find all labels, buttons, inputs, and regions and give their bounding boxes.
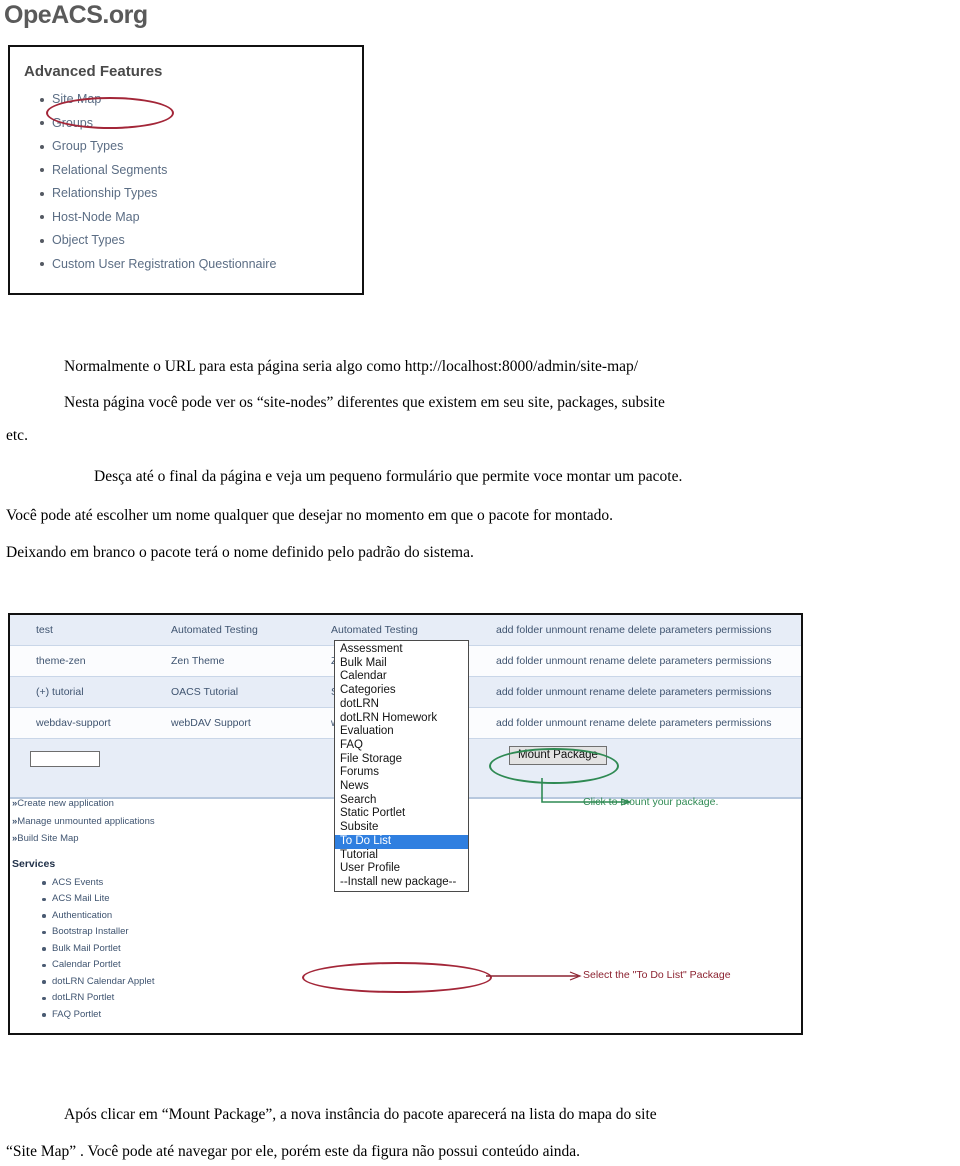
service-label: dotLRN Portlet: [52, 992, 115, 1003]
service-label: FAQ Portlet: [52, 1008, 102, 1020]
sidebar-item-label: Groups: [52, 115, 93, 130]
sidebar-item-label: Relationship Types: [52, 186, 158, 200]
list-item-site-map[interactable]: Site Map: [40, 88, 362, 112]
dropdown-option[interactable]: Search: [335, 794, 468, 808]
nav-link-label: Manage unmounted applications: [17, 815, 155, 827]
list-item[interactable]: Bootstrap Installer: [42, 924, 310, 941]
list-item[interactable]: dotLRN Calendar Applet: [42, 974, 310, 991]
row-key[interactable]: (+) tutorial: [10, 676, 171, 708]
mount-package-callout-text: Click to mount your package.: [583, 796, 719, 808]
list-item-groups[interactable]: Groups: [40, 112, 362, 136]
row-key[interactable]: test: [10, 615, 171, 646]
dropdown-option[interactable]: Tutorial: [335, 849, 468, 863]
package-type-dropdown-list[interactable]: Assessment Bulk Mail Calendar Categories…: [334, 640, 469, 892]
dropdown-option[interactable]: Calendar: [335, 670, 468, 684]
dropdown-option[interactable]: FAQ: [335, 739, 468, 753]
list-item[interactable]: ACS Events: [42, 875, 310, 892]
paragraph-1-line-3: etc.: [6, 427, 28, 444]
dropdown-option[interactable]: Subsite: [335, 821, 468, 835]
sidebar-item-label: Custom User Registration Questionnaire: [52, 256, 277, 271]
service-label: Calendar Portlet: [52, 959, 121, 970]
paragraph-3-line-1: Após clicar em “Mount Package”, a nova i…: [64, 1106, 657, 1123]
dropdown-option[interactable]: dotLRN: [335, 698, 468, 712]
service-label: Bootstrap Installer: [52, 926, 129, 937]
dropdown-option[interactable]: News: [335, 780, 468, 794]
row-key[interactable]: webdav-support: [10, 707, 171, 739]
sidebar-item-label: Site Map: [52, 92, 102, 106]
services-heading: Services: [12, 857, 56, 870]
row-name: webDAV Support: [171, 707, 331, 739]
screenshot-1-shadow: [364, 57, 432, 307]
paragraph-2-line-3: Deixando em branco o pacote terá o nome …: [6, 544, 474, 561]
sidebar-item-label: Relational Segments: [52, 162, 168, 177]
site-map-left-nav: »Create new application »Manage unmounte…: [10, 795, 310, 1023]
list-item-custom-user-registration-questionnaire[interactable]: Custom User Registration Questionnaire: [40, 253, 362, 277]
to-do-list-callout-text: Select the "To Do List" Package: [583, 969, 731, 981]
list-item-relationship-types[interactable]: Relationship Types: [40, 182, 362, 206]
services-list: ACS Events ACS Mail Lite Authentication …: [10, 875, 310, 1024]
service-label: dotLRN Calendar Applet: [52, 975, 155, 987]
list-item-relational-segments[interactable]: Relational Segments: [40, 159, 362, 183]
list-item[interactable]: dotLRN Portlet: [42, 990, 310, 1007]
sidebar-item-label: Object Types: [52, 233, 125, 247]
paragraph-3-line-2: “Site Map” . Você pode até navegar por e…: [6, 1143, 581, 1160]
screenshot-advanced-features: Advanced Features Site Map Groups Group …: [8, 45, 364, 295]
list-item-group-types[interactable]: Group Types: [40, 135, 362, 159]
row-actions[interactable]: add folder unmount rename delete paramet…: [496, 707, 801, 739]
dropdown-option[interactable]: User Profile: [335, 862, 468, 876]
sidebar-item-label: Host-Node Map: [52, 209, 140, 224]
list-item-object-types[interactable]: Object Types: [40, 229, 362, 253]
brand-logo: OpeACS.org: [4, 1, 148, 29]
paragraph-1-line-2: Nesta página você pode ver os “site-node…: [64, 394, 665, 411]
paragraph-2-line-1: Desça até o final da página e veja um pe…: [94, 468, 683, 485]
row-name: OACS Tutorial: [171, 676, 331, 708]
paragraph-1-line-1: Normalmente o URL para esta página seria…: [64, 358, 639, 375]
mount-package-button[interactable]: Mount Package: [509, 746, 607, 765]
nav-link-create-new-application[interactable]: »Create new application: [10, 795, 310, 813]
nav-link-label: Create new application: [17, 798, 114, 809]
row-actions[interactable]: add folder unmount rename delete paramet…: [496, 645, 801, 677]
list-item[interactable]: ACS Mail Lite: [42, 891, 310, 908]
dropdown-option[interactable]: Forums: [335, 766, 468, 780]
nav-link-label: Build Site Map: [17, 833, 79, 844]
list-item[interactable]: Authentication: [42, 908, 310, 925]
row-name: Automated Testing: [171, 615, 331, 646]
advanced-features-list: Site Map Groups Group Types Relational S…: [10, 88, 362, 276]
dropdown-option[interactable]: Bulk Mail: [335, 657, 468, 671]
list-item[interactable]: Calendar Portlet: [42, 957, 310, 974]
dropdown-option[interactable]: --Install new package--: [335, 876, 468, 890]
list-item[interactable]: Bulk Mail Portlet: [42, 941, 310, 958]
row-actions[interactable]: add folder unmount rename delete paramet…: [496, 615, 801, 646]
paragraph-2-line-2: Você pode até escolher um nome qualquer …: [6, 507, 614, 524]
sidebar-item-label: Group Types: [52, 139, 124, 153]
row-actions[interactable]: add folder unmount rename delete paramet…: [496, 676, 801, 708]
advanced-features-title: Advanced Features: [24, 63, 163, 80]
dropdown-option[interactable]: Assessment: [335, 643, 468, 657]
dropdown-option[interactable]: Static Portlet: [335, 807, 468, 821]
dropdown-option-selected[interactable]: To Do List: [335, 834, 468, 849]
service-label: Bulk Mail Portlet: [52, 942, 121, 954]
row-name: Zen Theme: [171, 645, 331, 677]
screenshot-2-shadow: [803, 625, 948, 1047]
nav-link-manage-unmounted-applications[interactable]: »Manage unmounted applications: [10, 813, 310, 831]
dropdown-option[interactable]: Evaluation: [335, 725, 468, 739]
package-name-input[interactable]: [30, 751, 100, 767]
service-label: ACS Mail Lite: [52, 893, 110, 904]
service-label: Authentication: [52, 909, 113, 921]
list-item-host-node-map[interactable]: Host-Node Map: [40, 206, 362, 230]
dropdown-option[interactable]: dotLRN Homework: [335, 712, 468, 726]
dropdown-option[interactable]: File Storage: [335, 753, 468, 767]
nav-link-build-site-map[interactable]: »Build Site Map: [10, 830, 310, 848]
dropdown-option[interactable]: Categories: [335, 684, 468, 698]
row-key[interactable]: theme-zen: [10, 645, 171, 677]
service-label: ACS Events: [52, 876, 104, 888]
list-item[interactable]: FAQ Portlet: [42, 1007, 310, 1024]
